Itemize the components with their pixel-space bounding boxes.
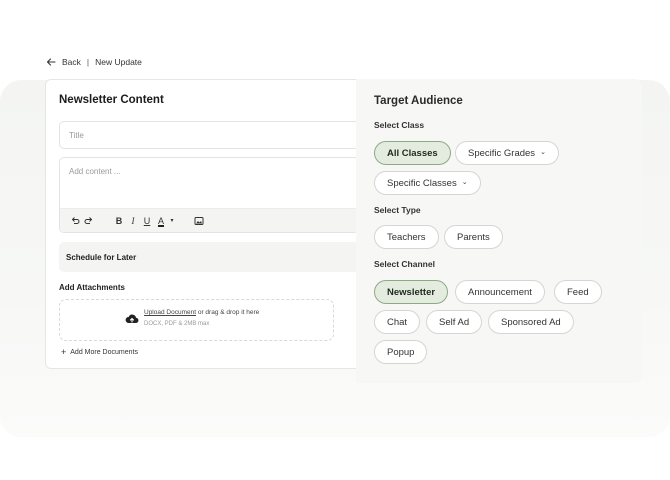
undo-icon[interactable]: [68, 214, 82, 228]
cloud-upload-icon: [125, 314, 139, 324]
arrow-left-icon[interactable]: [46, 57, 56, 67]
chip-label: Teachers: [387, 231, 426, 243]
underline-button[interactable]: U: [140, 214, 154, 228]
chip-all-classes[interactable]: All Classes: [374, 141, 451, 165]
breadcrumb-separator: |: [86, 57, 90, 67]
breadcrumb: Back | New Update: [46, 55, 142, 69]
upload-drag-text: or drag & drop it here: [196, 309, 260, 316]
chip-label: Sponsored Ad: [501, 316, 561, 328]
chip-label: Self Ad: [439, 316, 470, 328]
chip-label: All Classes: [387, 147, 438, 159]
schedule-label: Schedule for Later: [66, 252, 137, 262]
upload-hint: DOCX, PDF & 2MB max: [144, 321, 210, 327]
content-placeholder: Add content ...: [69, 167, 121, 176]
chip-specific-grades[interactable]: Specific Grades ⌄: [455, 141, 559, 165]
chip-teachers[interactable]: Teachers: [374, 225, 439, 249]
add-more-documents-button[interactable]: + Add More Documents: [61, 347, 138, 357]
newsletter-card: Newsletter Content Title Add content ...…: [45, 79, 365, 369]
chip-label: Feed: [567, 286, 589, 298]
chip-sponsored-ad[interactable]: Sponsored Ad: [488, 310, 574, 334]
upload-dropzone[interactable]: Upload Document or drag & drop it here D…: [59, 299, 334, 341]
plus-icon: +: [61, 347, 67, 357]
italic-button[interactable]: I: [126, 214, 140, 228]
font-color-button[interactable]: A: [154, 214, 168, 228]
chip-label: Parents: [457, 231, 490, 243]
chip-specific-classes[interactable]: Specific Classes ⌄: [374, 171, 481, 195]
chip-label: Specific Classes: [387, 177, 457, 189]
upload-instructions: Upload Document or drag & drop it here: [144, 309, 259, 316]
add-more-label: Add More Documents: [70, 348, 138, 356]
chip-chat[interactable]: Chat: [374, 310, 421, 334]
editor-toolbar: B I U A ▾: [60, 208, 358, 232]
chevron-down-icon: ⌄: [461, 179, 468, 186]
newsletter-title: Newsletter Content: [59, 94, 164, 106]
chip-feed[interactable]: Feed: [554, 280, 602, 304]
chip-self-ad[interactable]: Self Ad: [426, 310, 483, 334]
upload-link[interactable]: Upload Document: [144, 309, 196, 316]
select-channel-label: Select Channel: [374, 259, 435, 269]
breadcrumb-current: New Update: [95, 57, 142, 67]
chip-label: Specific Grades: [468, 147, 536, 159]
audience-title: Target Audience: [374, 95, 463, 107]
bold-button[interactable]: B: [112, 214, 126, 228]
chip-label: Chat: [387, 316, 408, 328]
attachments-label: Add Attachments: [59, 283, 125, 292]
font-color-caret-icon[interactable]: ▾: [168, 214, 176, 228]
chip-popup[interactable]: Popup: [374, 340, 428, 364]
chip-label: Announcement: [468, 286, 532, 298]
chevron-down-icon: ⌄: [540, 149, 546, 156]
chip-label: Popup: [387, 346, 415, 358]
redo-icon[interactable]: [82, 214, 96, 228]
title-input[interactable]: Title: [59, 121, 359, 149]
chip-announcement[interactable]: Announcement: [455, 280, 545, 304]
content-editor[interactable]: Add content ... B I U A ▾: [59, 157, 359, 233]
back-link[interactable]: Back: [62, 57, 81, 67]
image-icon[interactable]: [192, 214, 206, 228]
chip-label: Newsletter: [387, 286, 436, 298]
chip-newsletter[interactable]: Newsletter: [374, 280, 449, 304]
title-placeholder: Title: [69, 130, 84, 140]
schedule-later-toggle[interactable]: Schedule for Later: [59, 242, 359, 272]
chip-parents[interactable]: Parents: [444, 225, 503, 249]
select-type-label: Select Type: [374, 205, 421, 215]
target-audience-panel: Target Audience Select Class All Classes…: [356, 79, 642, 383]
select-class-label: Select Class: [374, 120, 425, 130]
